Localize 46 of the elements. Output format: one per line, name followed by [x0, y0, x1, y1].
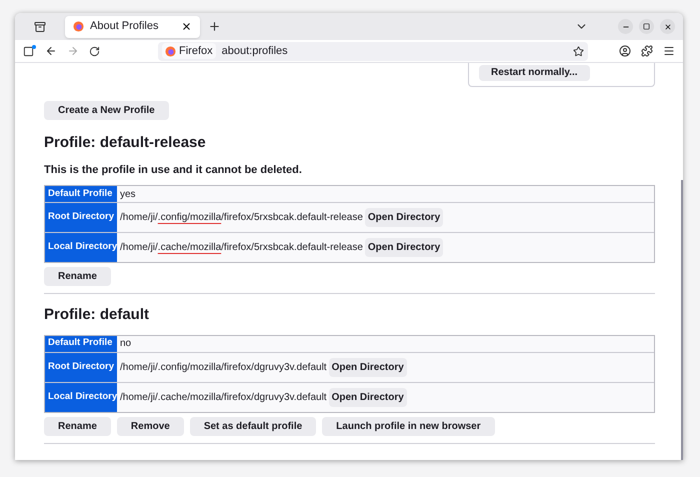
action-button[interactable]: Rename	[44, 267, 111, 286]
bookmark-star-icon[interactable]	[573, 46, 584, 56]
row-value: /home/ji/.config/mozilla/firefox/5rxsbcak.default-release	[120, 211, 363, 225]
action-button[interactable]: Remove	[116, 416, 184, 436]
reload-icon[interactable]	[89, 46, 100, 56]
maximize-icon[interactable]	[639, 19, 654, 34]
profile-heading: Profile: default-release	[44, 133, 207, 153]
browser-tab[interactable]: About Profiles	[65, 16, 200, 38]
restart-button[interactable]: Restart normally...	[479, 65, 590, 81]
action-button[interactable]: Rename	[44, 416, 111, 436]
row-value: /home/ji/.cache/mozilla/firefox/5rxsbcak.default-release	[120, 241, 363, 255]
row-label: Default Profile	[45, 336, 117, 352]
row-value: no	[120, 337, 132, 351]
row-label: Local Directory	[45, 382, 117, 412]
address-bar[interactable]: Firefox about:profiles	[158, 42, 588, 60]
action-button[interactable]: Create a New Profile	[44, 101, 169, 120]
sidebar-icon[interactable]	[23, 46, 35, 56]
tab-title: About Profiles	[90, 19, 160, 34]
browser-logo-icon	[73, 21, 84, 32]
account-icon[interactable]	[619, 45, 631, 57]
tab-list-icon[interactable]	[34, 20, 46, 32]
url-text: about:profiles	[222, 44, 289, 59]
open-directory-button[interactable]: Open Directory	[328, 358, 407, 376]
row-label: Default Profile	[45, 186, 117, 202]
open-directory-button[interactable]: Open Directory	[364, 238, 444, 257]
action-button[interactable]: Launch profile in new browser	[322, 416, 495, 436]
profile-note: This is the profile in use and it cannot be deleted.	[44, 162, 303, 178]
minimize-icon[interactable]	[618, 19, 633, 34]
row-value: yes	[120, 188, 136, 202]
menu-icon[interactable]	[663, 45, 675, 57]
scrollbar[interactable]	[681, 180, 683, 460]
open-directory-button[interactable]: Open Directory	[364, 208, 444, 227]
extensions-icon[interactable]	[641, 45, 653, 57]
row-label: Root Directory	[45, 352, 117, 382]
close-icon[interactable]	[181, 21, 192, 32]
open-directory-button[interactable]: Open Directory	[328, 388, 407, 406]
row-value: /home/ji/.config/mozilla/firefox/dgruvy3v.default	[120, 360, 327, 374]
identity-label: Firefox	[179, 44, 213, 59]
row-label: Root Directory	[45, 203, 117, 232]
back-icon[interactable]	[45, 45, 57, 57]
row-value: /home/ji/.cache/mozilla/firefox/dgruvy3v.default	[120, 390, 327, 404]
action-button[interactable]: Set as default profile	[190, 416, 316, 436]
browser-logo-icon	[165, 46, 176, 56]
profile-heading: Profile: default	[44, 305, 150, 325]
new-tab-icon[interactable]	[208, 20, 221, 33]
row-label: Local Directory	[45, 233, 117, 262]
